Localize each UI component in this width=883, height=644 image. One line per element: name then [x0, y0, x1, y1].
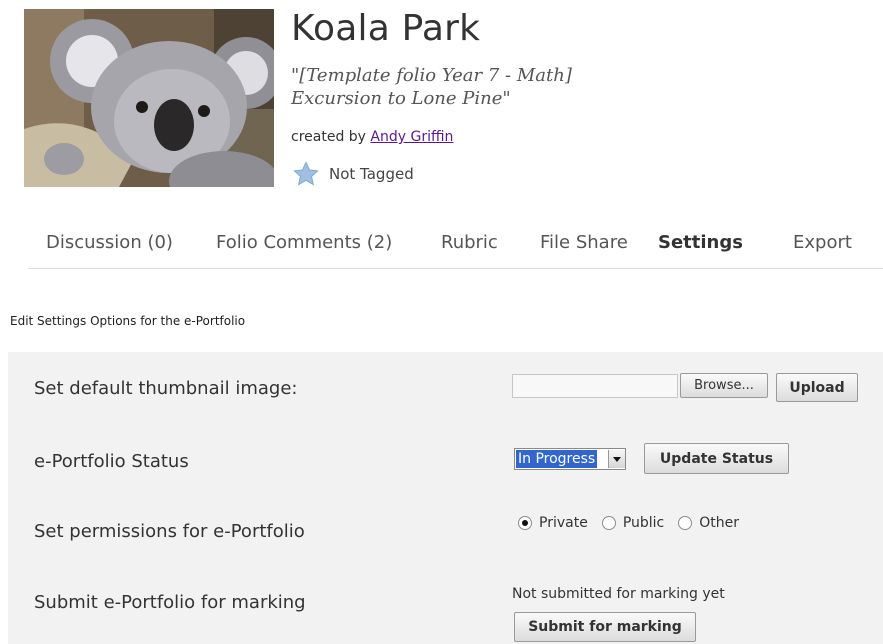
- tab-settings[interactable]: Settings: [658, 232, 743, 253]
- portfolio-title: Koala Park: [291, 8, 481, 49]
- tag-status-text: Not Tagged: [329, 165, 414, 183]
- star-icon[interactable]: [291, 160, 321, 188]
- permissions-radio-group: Private Public Other: [518, 515, 753, 531]
- tab-discussion[interactable]: Discussion (0): [46, 232, 173, 253]
- update-status-button[interactable]: Update Status: [644, 443, 789, 474]
- status-label: e-Portfolio Status: [34, 451, 189, 472]
- author-link[interactable]: Andy Griffin: [370, 129, 453, 145]
- marking-status-text: Not submitted for marking yet: [512, 586, 725, 602]
- other-radio-label: Other: [699, 515, 740, 531]
- tab-folio-comments[interactable]: Folio Comments (2): [216, 232, 392, 253]
- upload-button[interactable]: Upload: [776, 373, 858, 402]
- portfolio-thumbnail: [24, 9, 274, 187]
- submit-for-marking-button[interactable]: Submit for marking: [514, 612, 696, 642]
- private-radio-label: Private: [539, 515, 588, 531]
- chevron-down-icon[interactable]: [608, 450, 625, 468]
- portfolio-subtitle: "[Template folio Year 7 - Math] Excursio…: [291, 65, 572, 109]
- created-by: created by Andy Griffin: [291, 129, 453, 145]
- tab-export[interactable]: Export: [793, 232, 852, 253]
- marking-label: Submit e-Portfolio for marking: [34, 592, 306, 613]
- private-radio[interactable]: [518, 516, 532, 530]
- public-radio[interactable]: [601, 516, 616, 530]
- tab-rubric[interactable]: Rubric: [441, 232, 498, 253]
- other-radio[interactable]: [678, 516, 693, 530]
- created-by-prefix: created by: [291, 129, 366, 145]
- public-radio-label: Public: [622, 515, 665, 531]
- status-select[interactable]: In Progress: [514, 448, 626, 470]
- settings-panel: Set default thumbnail image: Browse... U…: [8, 352, 883, 644]
- tab-bar: Discussion (0) Folio Comments (2) Rubric…: [28, 224, 883, 269]
- koala-photo-icon: [24, 9, 274, 187]
- permissions-label: Set permissions for e-Portfolio: [34, 521, 305, 542]
- tag-status: Not Tagged: [291, 160, 414, 188]
- thumbnail-file-field[interactable]: [512, 374, 678, 398]
- status-selected-value: In Progress: [516, 450, 598, 468]
- thumbnail-label: Set default thumbnail image:: [34, 378, 298, 399]
- tab-file-share[interactable]: File Share: [540, 232, 628, 253]
- browse-button[interactable]: Browse...: [680, 373, 768, 398]
- page-heading: Edit Settings Options for the e-Portfoli…: [10, 314, 246, 328]
